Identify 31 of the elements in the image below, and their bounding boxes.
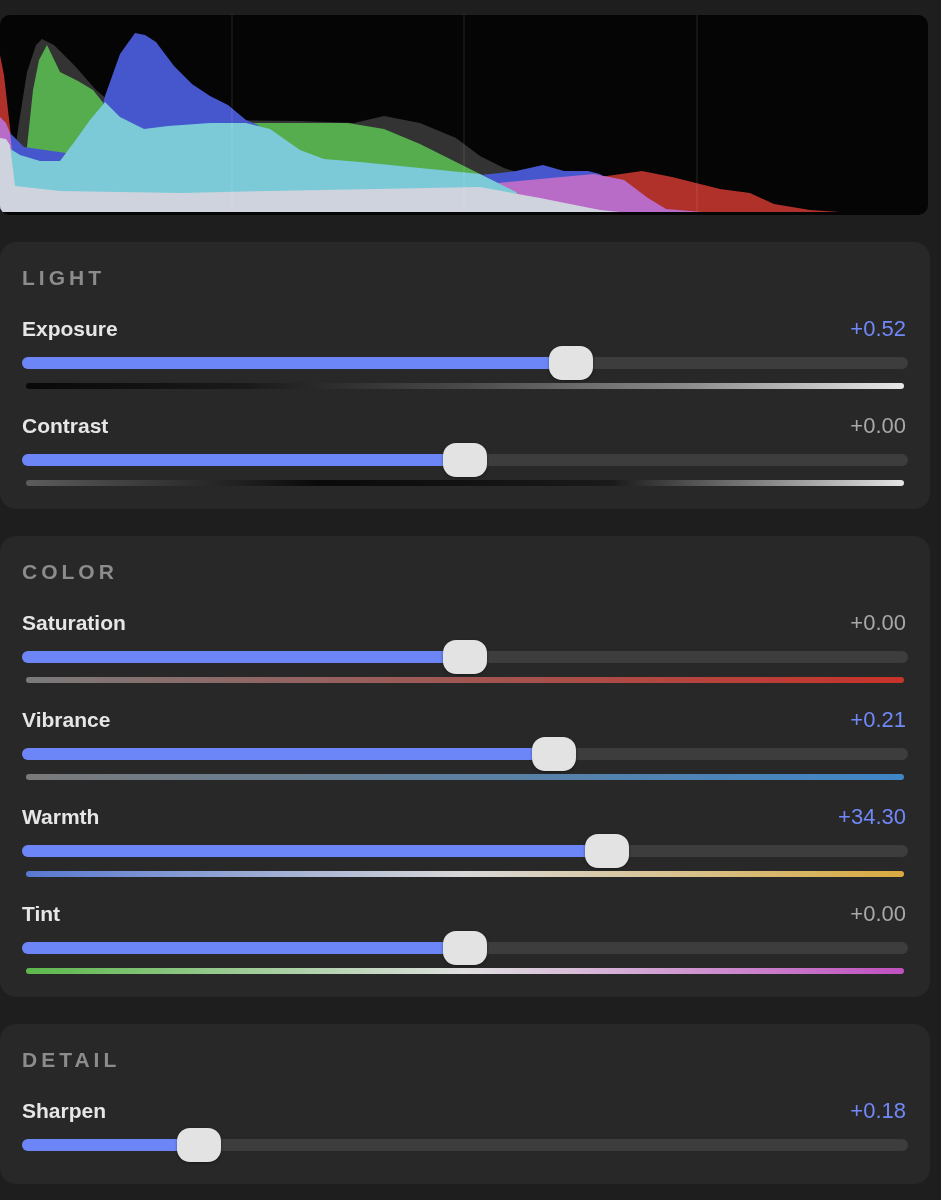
slider-thumb[interactable]	[549, 346, 594, 380]
slider-value: +0.00	[850, 414, 906, 438]
section-heading: LIGHT	[22, 267, 106, 289]
slider-value: +0.00	[850, 611, 906, 635]
slider-track[interactable]	[22, 834, 908, 868]
slider-thumb[interactable]	[584, 834, 629, 868]
slider-track[interactable]	[22, 346, 908, 380]
slider-value: +0.00	[850, 902, 906, 926]
slider-label: Vibrance	[22, 708, 111, 732]
slider-value: +34.30	[838, 805, 906, 829]
slider-label: Exposure	[22, 317, 118, 341]
section-heading: DETAIL	[22, 1049, 122, 1071]
slider-thumb[interactable]	[443, 443, 487, 477]
slider-thumb[interactable]	[443, 640, 487, 674]
slider-label: Contrast	[22, 414, 109, 438]
slider-label: Warmth	[22, 805, 100, 829]
slider-track[interactable]	[22, 640, 908, 674]
slider-label: Saturation	[22, 611, 126, 635]
slider-value: +0.21	[850, 708, 906, 732]
slider-label: Tint	[22, 902, 61, 926]
slider-track[interactable]	[22, 1128, 908, 1162]
slider-track[interactable]	[22, 737, 908, 771]
slider-track[interactable]	[22, 443, 908, 477]
slider-track[interactable]	[22, 931, 908, 965]
slider-thumb[interactable]	[177, 1128, 222, 1162]
slider-thumb[interactable]	[531, 737, 576, 771]
slider-thumb[interactable]	[443, 931, 487, 965]
slider-label: Sharpen	[22, 1099, 107, 1123]
slider-value: +0.52	[850, 317, 906, 341]
slider-value: +0.18	[850, 1099, 906, 1123]
section-heading: COLOR	[22, 561, 119, 583]
